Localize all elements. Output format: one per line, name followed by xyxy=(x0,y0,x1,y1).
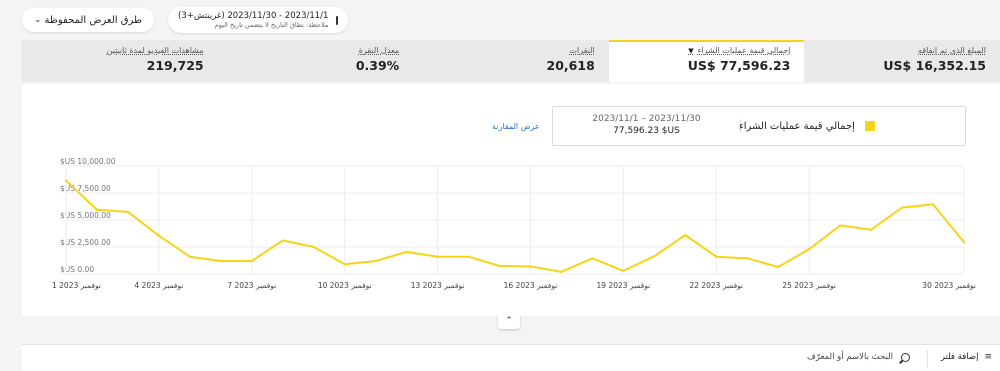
x-tick-label: 10 نوفمبر 2023 xyxy=(318,281,372,290)
data-point xyxy=(900,206,904,209)
metric-value: 219,725 xyxy=(146,58,204,73)
data-point xyxy=(188,255,192,258)
data-point xyxy=(560,270,563,274)
y-tick-label: $US 0.00 xyxy=(60,265,94,274)
filter-icon: ≡ xyxy=(984,352,992,362)
search-placeholder: البحث بالاسم أو المعرّف xyxy=(807,352,893,362)
data-point xyxy=(807,247,811,251)
x-tick-label: 7 نوفمبر 2023 xyxy=(227,281,276,290)
collapse-chart-button[interactable]: ⌃ xyxy=(498,313,520,329)
metric-tile-video-views[interactable]: مشاهدات الفيديو لمدة ثانيتين 219,725 xyxy=(22,40,218,82)
metric-tile-ctr[interactable]: معدل النقرة 0.39% xyxy=(218,40,414,82)
data-point xyxy=(281,239,284,242)
x-tick-label: 25 نوفمبر 2023 xyxy=(782,281,836,290)
data-point xyxy=(343,263,346,266)
metric-value: 77,596.23 $US xyxy=(687,58,791,73)
divider xyxy=(927,350,928,368)
data-point xyxy=(498,264,501,268)
metric-tiles: مشاهدات الفيديو لمدة ثانيتين 219,725 معد… xyxy=(22,40,1000,82)
data-point xyxy=(374,259,377,263)
data-point xyxy=(126,210,130,214)
metric-title: إجمالي قيمة عمليات الشراء xyxy=(697,46,791,55)
metric-tile-clicks[interactable]: النقرات 20,618 xyxy=(413,40,609,82)
data-point xyxy=(869,228,873,231)
date-range-label: 2023/11/1 - 2023/11/30 (غرينتش+3) xyxy=(178,11,329,21)
data-point xyxy=(746,257,749,260)
data-point xyxy=(684,233,687,237)
x-tick-label: 22 نوفمبر 2023 xyxy=(689,281,743,290)
x-tick-label: 4 نوفمبر 2023 xyxy=(134,281,183,290)
data-point xyxy=(405,250,408,254)
metric-title: المبلغ الذي تم إنفاقه xyxy=(918,46,986,55)
x-tick-label: 19 نوفمبر 2023 xyxy=(597,281,651,290)
data-point xyxy=(467,255,470,258)
metric-value: 16,352.15 $US xyxy=(883,58,986,73)
data-point xyxy=(312,245,315,249)
saved-views-label: طرق العرض المحفوظة xyxy=(44,14,142,26)
data-point xyxy=(653,254,656,258)
data-point xyxy=(529,265,532,268)
data-point xyxy=(591,257,594,260)
y-tick-label: $US 10,000.00 xyxy=(60,157,116,166)
saved-views-dropdown[interactable]: ⌄ طرق العرض المحفوظة xyxy=(22,8,154,32)
metric-value: 20,618 xyxy=(546,58,595,73)
search-input[interactable]: البحث بالاسم أو المعرّف xyxy=(807,352,910,362)
metric-tile-purchase-value[interactable]: إجمالي قيمة عمليات الشراء ▼ 77,596.23 $U… xyxy=(608,40,805,82)
data-point xyxy=(219,259,223,263)
data-point xyxy=(838,224,842,227)
y-tick-label: $US 5,000.00 xyxy=(60,211,111,220)
x-tick-label: 13 نوفمبر 2023 xyxy=(411,281,465,290)
line-chart: $US 0.00 $US 2,500.00 $US 5,000.00 $US 7,50… xyxy=(52,157,976,290)
data-point xyxy=(962,240,966,244)
data-point xyxy=(931,203,935,206)
data-point xyxy=(157,234,161,237)
y-tick-label: $US 2,500.00 xyxy=(60,238,111,247)
chevron-down-icon: ⌄ xyxy=(34,15,42,25)
data-point xyxy=(715,255,718,258)
caret-down-icon[interactable]: ▼ xyxy=(688,47,693,55)
data-point xyxy=(622,269,625,272)
data-point xyxy=(250,259,253,263)
metric-title: النقرات xyxy=(569,46,595,55)
y-tick-label: $US 7,500.00 xyxy=(60,184,111,193)
search-icon xyxy=(901,352,910,362)
x-tick-label: 16 نوفمبر 2023 xyxy=(504,281,558,290)
data-point xyxy=(95,208,99,211)
data-point xyxy=(777,265,780,269)
data-point xyxy=(64,179,68,182)
x-tick-label: 1 نوفمبر 2023 xyxy=(52,281,101,290)
metric-tile-amount-spent[interactable]: المبلغ الذي تم إنفاقه 16,352.15 $US xyxy=(804,40,1000,82)
date-range-note: ملاحظة: نطاق التاريخ لا يتضمن تاريخ اليو… xyxy=(214,21,329,29)
metric-title: مشاهدات الفيديو لمدة ثانيتين xyxy=(106,46,204,55)
series-line xyxy=(65,179,965,273)
chevron-up-icon: ⌃ xyxy=(505,316,513,326)
chart-card: عرض المقارنة 2023/11/1 – 2023/11/30 77,5… xyxy=(22,84,1000,316)
metric-title: معدل النقرة xyxy=(358,46,400,55)
metric-value: 0.39% xyxy=(355,58,400,73)
x-tick-label: 30 نوفمبر 2023 xyxy=(922,281,976,290)
add-filter-label: إضافة فلتر xyxy=(940,352,979,362)
add-filter-button[interactable]: ≡ إضافة فلتر xyxy=(941,352,992,362)
calendar-icon xyxy=(336,15,339,25)
filter-bar: البحث بالاسم أو المعرّف ≡ إضافة فلتر xyxy=(22,344,1000,371)
data-point xyxy=(436,255,439,258)
date-range-picker[interactable]: 2023/11/1 - 2023/11/30 (غرينتش+3) ملاحظة… xyxy=(168,7,348,33)
